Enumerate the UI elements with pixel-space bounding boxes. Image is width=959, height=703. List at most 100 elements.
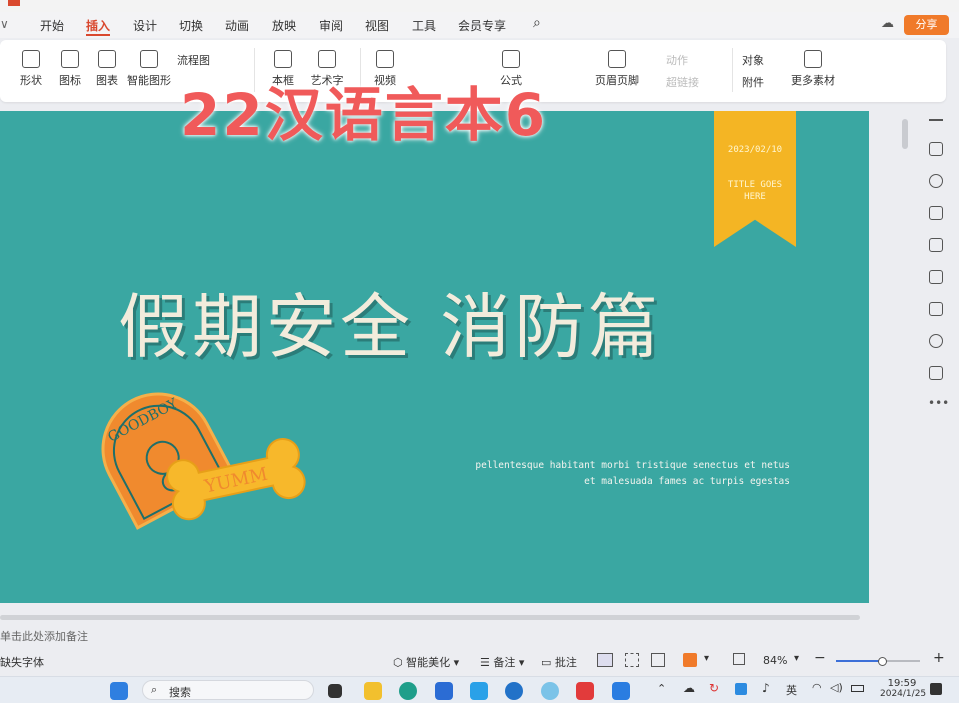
menu-collapse-icon[interactable]: ∨ xyxy=(0,17,9,31)
tab-view[interactable]: 视图 xyxy=(365,17,389,34)
windows-taskbar: ⌕ 搜索 ⌃ ☁ ↻ ♪ 英 ◠ ◁) 19:59 2024/1/25 xyxy=(0,676,959,703)
header-footer-button[interactable]: 页眉页脚 xyxy=(592,50,642,88)
edge-icon[interactable] xyxy=(399,682,417,700)
minimize-panel-icon[interactable] xyxy=(929,119,943,121)
icon-button[interactable]: 图标 xyxy=(55,50,85,88)
zoom-dropdown-icon[interactable]: ▾ xyxy=(794,653,799,664)
action-button[interactable]: 动作 xyxy=(666,52,706,68)
ie-icon[interactable] xyxy=(505,682,523,700)
settings-icon[interactable] xyxy=(929,142,943,156)
file-explorer-icon[interactable] xyxy=(364,682,382,700)
search-icon[interactable]: ⌕ xyxy=(533,15,541,31)
horizontal-scrollbar[interactable] xyxy=(0,613,870,621)
tab-design[interactable]: 设计 xyxy=(133,17,157,34)
sync-icon[interactable]: ↻ xyxy=(709,681,719,695)
more-materials-button[interactable]: 更多素材 xyxy=(788,50,838,88)
formula-icon xyxy=(502,50,520,68)
task-view-icon[interactable] xyxy=(328,684,342,698)
input-method-indicator[interactable]: 英 xyxy=(786,682,797,698)
microphone-icon[interactable]: ♪ xyxy=(762,681,770,695)
shirt-icon[interactable] xyxy=(929,366,943,380)
window-title-strip xyxy=(0,0,959,12)
cloud-icon[interactable]: ☁ xyxy=(881,16,894,31)
browser-icon[interactable] xyxy=(541,682,559,700)
tab-tools[interactable]: 工具 xyxy=(412,17,436,34)
notification-icon[interactable] xyxy=(930,683,942,695)
slide-sorter-icon[interactable] xyxy=(625,653,639,667)
cloud-doc-icon[interactable] xyxy=(929,238,943,252)
shape-button[interactable]: 形状 xyxy=(14,50,48,88)
tab-transitions[interactable]: 切换 xyxy=(179,17,203,34)
smartart-label: 智能图形 xyxy=(127,74,171,87)
app-v-icon[interactable] xyxy=(470,682,488,700)
slide-canvas[interactable]: 2023/02/10 TITLE GOES HERE 假期安全 消防篇 pell… xyxy=(0,111,869,603)
wps-icon[interactable] xyxy=(576,682,594,700)
slideshow-play-icon[interactable] xyxy=(683,653,697,667)
comments-button[interactable]: ▭ 批注 xyxy=(541,654,577,670)
smartart-button[interactable]: 智能图形 xyxy=(127,50,171,88)
tab-member[interactable]: 会员专享 xyxy=(458,17,506,34)
flowchart-button[interactable]: 流程图 xyxy=(177,52,237,68)
smartart-icon xyxy=(140,50,158,68)
tab-animations[interactable]: 动画 xyxy=(225,17,249,34)
ribbon-divider xyxy=(732,48,733,92)
hyperlink-button[interactable]: 超链接 xyxy=(666,74,720,90)
icon-library-icon xyxy=(61,50,79,68)
slideshow-dropdown-icon[interactable]: ▾ xyxy=(704,653,709,664)
notes-label: 备注 xyxy=(493,656,516,669)
more-options-icon[interactable]: ••• xyxy=(928,396,949,410)
zoom-slider[interactable] xyxy=(836,657,920,666)
reading-view-icon[interactable] xyxy=(651,653,665,667)
volume-icon[interactable]: ◁) xyxy=(830,681,843,694)
tray-chevron-icon[interactable]: ⌃ xyxy=(657,682,666,695)
horizontal-scroll-thumb[interactable] xyxy=(0,615,860,620)
battery-icon[interactable] xyxy=(851,685,864,692)
windows-start-icon[interactable] xyxy=(110,682,128,700)
missing-font-status[interactable]: 缺失字体 xyxy=(0,654,44,670)
taskbar-clock[interactable]: 19:59 2024/1/25 xyxy=(880,678,926,699)
header-footer-icon xyxy=(608,50,626,68)
photos-icon[interactable] xyxy=(612,682,630,700)
share-button[interactable]: 分享 xyxy=(904,15,949,35)
tab-review[interactable]: 审阅 xyxy=(319,17,343,34)
notes-placeholder[interactable]: 单击此处添加备注 xyxy=(0,628,88,644)
attachment-button[interactable]: 附件 xyxy=(742,74,782,90)
wifi-icon[interactable]: ◠ xyxy=(812,681,822,694)
smart-beautify-button[interactable]: ⬡ 智能美化 ▾ xyxy=(393,654,459,670)
slide-subtitle[interactable]: pellentesque habitant morbi tristique se… xyxy=(420,458,790,490)
copy-icon[interactable] xyxy=(929,206,943,220)
normal-view-icon[interactable] xyxy=(597,653,613,667)
store-icon[interactable] xyxy=(435,682,453,700)
zoom-in-icon[interactable]: + xyxy=(933,650,945,666)
zoom-level[interactable]: 84% xyxy=(763,654,787,667)
tools-icon[interactable] xyxy=(929,270,943,284)
tab-home[interactable]: 开始 xyxy=(40,17,64,34)
vertical-scroll-thumb[interactable] xyxy=(902,119,908,149)
star-icon[interactable] xyxy=(929,174,943,188)
notes-pane[interactable]: 单击此处添加备注 xyxy=(0,624,920,646)
vertical-scrollbar[interactable] xyxy=(901,111,911,621)
chart-button[interactable]: 图表 xyxy=(92,50,122,88)
subtitle-line2: et malesuada fames ac turpis egestas xyxy=(584,476,790,487)
help-icon[interactable] xyxy=(929,334,943,348)
taskbar-search-box[interactable]: ⌕ 搜索 xyxy=(142,680,314,700)
fit-window-icon[interactable] xyxy=(733,653,745,665)
sticker-group[interactable]: GOODBOY YUMM xyxy=(88,379,318,549)
object-button[interactable]: 对象 xyxy=(742,52,782,68)
clock-time: 19:59 xyxy=(887,678,917,689)
tab-insert[interactable]: 插入 xyxy=(86,17,110,34)
tray-app-icon[interactable] xyxy=(735,683,747,695)
zoom-slider-fill xyxy=(836,660,883,662)
share-label: 分享 xyxy=(915,18,938,31)
tab-slideshow[interactable]: 放映 xyxy=(272,17,296,34)
materials-icon xyxy=(804,50,822,68)
subtitle-line1: pellentesque habitant morbi tristique se… xyxy=(475,460,790,471)
onedrive-icon[interactable]: ☁ xyxy=(683,681,695,695)
zoom-slider-handle[interactable] xyxy=(878,657,888,666)
book-icon[interactable] xyxy=(929,302,943,316)
notes-button[interactable]: ☰ 备注 ▾ xyxy=(480,654,524,670)
icon-label: 图标 xyxy=(59,74,81,87)
zoom-out-icon[interactable]: − xyxy=(814,650,826,666)
slide-main-title[interactable]: 假期安全 消防篇 xyxy=(118,271,662,372)
flowchart-label: 流程图 xyxy=(177,54,210,67)
